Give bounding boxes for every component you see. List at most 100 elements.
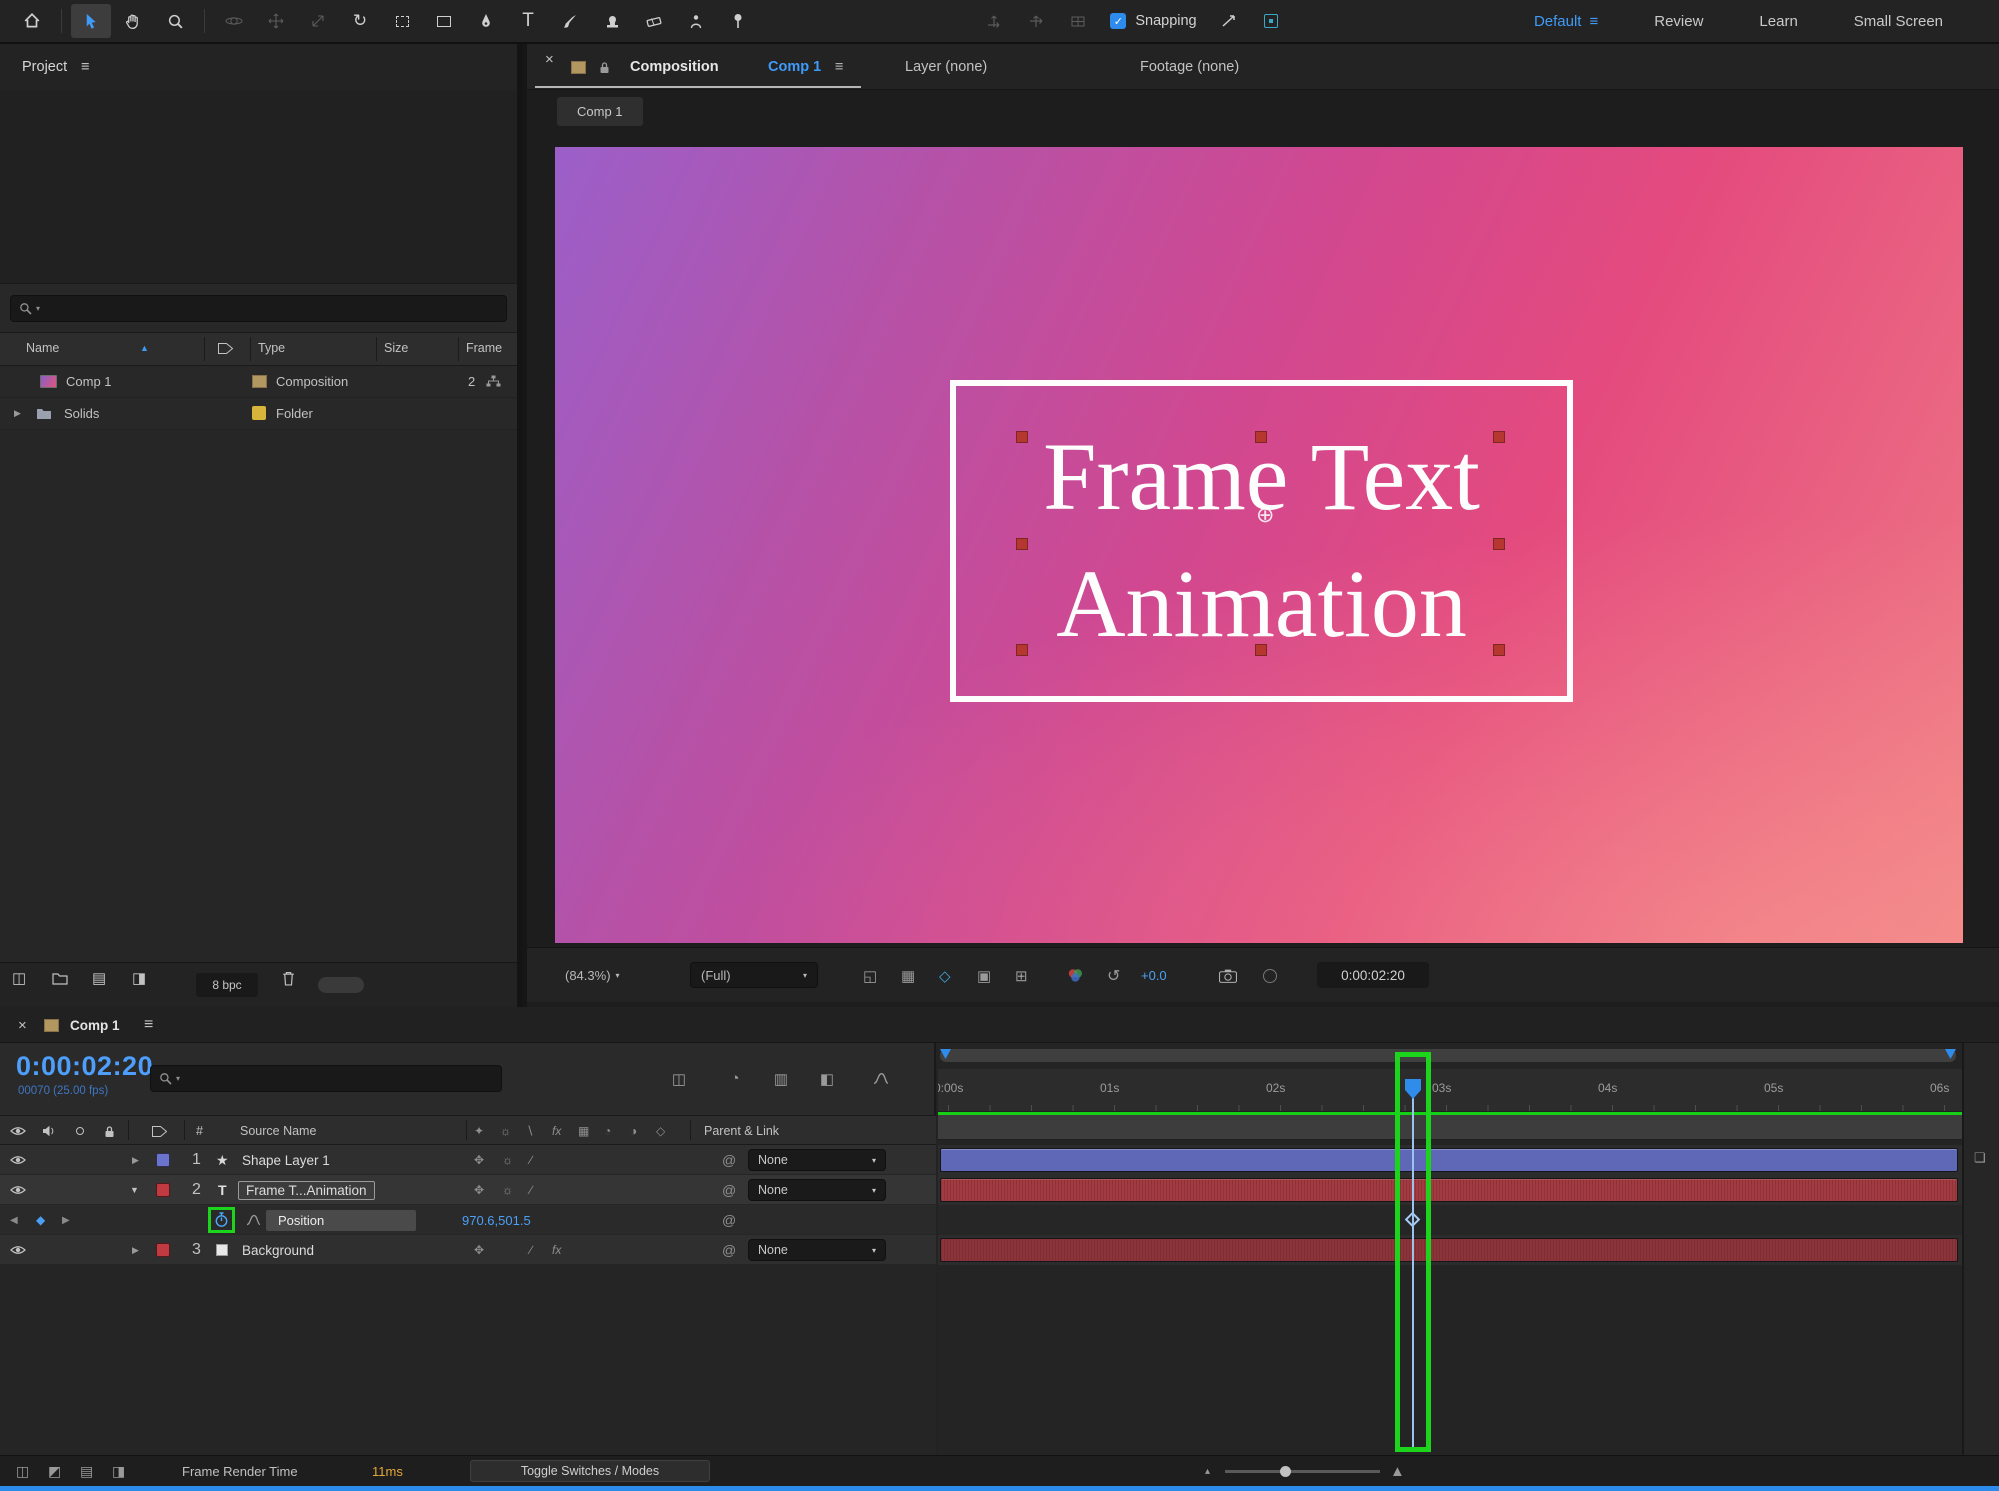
parent-link-dropdown[interactable]: None▾ bbox=[748, 1149, 886, 1171]
column-separator[interactable] bbox=[184, 1120, 185, 1140]
expand-arrow-icon[interactable]: ▶ bbox=[14, 398, 21, 428]
project-item-name[interactable]: Solids bbox=[64, 398, 99, 428]
bit-depth-button[interactable]: 8 bpc bbox=[196, 973, 258, 997]
column-header-parent-link[interactable]: Parent & Link bbox=[704, 1116, 779, 1146]
graph-editor-icon[interactable] bbox=[862, 1065, 900, 1092]
guides-icon[interactable]: ▣ bbox=[977, 948, 991, 1003]
column-header-type[interactable]: Type bbox=[258, 333, 285, 363]
panel-resize-pill[interactable] bbox=[318, 977, 364, 993]
layer-color-swatch[interactable] bbox=[156, 1235, 170, 1265]
snap-bounding-box-icon[interactable] bbox=[1251, 4, 1291, 38]
pick-whip-icon[interactable]: @ bbox=[722, 1175, 736, 1205]
time-ruler[interactable]: 0:00s 01s 02s 03s 04s 05s 06s bbox=[938, 1069, 1962, 1112]
selection-handle[interactable] bbox=[1493, 431, 1505, 443]
new-composition-icon[interactable]: ▤ bbox=[92, 963, 106, 993]
close-tab-icon[interactable]: × bbox=[545, 44, 554, 74]
selection-tool[interactable] bbox=[71, 4, 111, 38]
column-separator[interactable] bbox=[458, 337, 459, 361]
quality-switch[interactable]: ∕ bbox=[530, 1145, 532, 1175]
collapse-switch[interactable]: ☼ bbox=[502, 1175, 513, 1205]
column-separator[interactable] bbox=[466, 1120, 467, 1140]
parent-link-dropdown[interactable]: None▾ bbox=[748, 1179, 886, 1201]
quality-switch[interactable]: ∕ bbox=[530, 1235, 532, 1265]
zoom-in-mountain-icon[interactable]: ▲ bbox=[1390, 1456, 1405, 1487]
transfer-controls-icon[interactable]: ◩ bbox=[48, 1456, 61, 1487]
pick-whip-icon[interactable]: @ bbox=[722, 1145, 736, 1175]
layer-color-swatch[interactable] bbox=[156, 1145, 170, 1175]
project-row-solids[interactable]: ▶ Solids Folder bbox=[0, 398, 517, 430]
column-header-source-name[interactable]: Source Name bbox=[240, 1116, 316, 1146]
project-tab-label[interactable]: Project bbox=[22, 59, 67, 75]
timeline-navigator-bar[interactable] bbox=[940, 1049, 1956, 1062]
footage-tab[interactable]: Footage (none) bbox=[1140, 44, 1239, 90]
stopwatch-icon-highlighted[interactable] bbox=[208, 1207, 235, 1233]
close-tab-icon[interactable]: × bbox=[18, 1007, 27, 1043]
composition-viewport[interactable]: Frame Text Animation ⊕ bbox=[555, 147, 1963, 943]
transparency-grid-icon[interactable]: ▦ bbox=[901, 948, 915, 1003]
color-management-icon[interactable] bbox=[1067, 948, 1084, 1003]
quality-switch[interactable]: ∕ bbox=[530, 1175, 532, 1205]
snapshot-camera-icon[interactable] bbox=[1219, 948, 1237, 1003]
collapse-arrow-icon[interactable]: ▼ bbox=[130, 1175, 139, 1205]
snap-extend-icon[interactable] bbox=[1209, 4, 1249, 38]
sort-ascending-icon[interactable]: ▲ bbox=[140, 333, 149, 363]
region-of-interest-icon[interactable]: ◱ bbox=[863, 948, 877, 1003]
selection-handle[interactable] bbox=[1016, 644, 1028, 656]
in-out-columns-icon[interactable]: ▤ bbox=[80, 1456, 93, 1487]
layer-tab[interactable]: Layer (none) bbox=[905, 44, 987, 90]
column-header-size[interactable]: Size bbox=[384, 333, 408, 363]
selection-handle[interactable] bbox=[1255, 644, 1267, 656]
shy-switch[interactable]: ✥ bbox=[474, 1235, 484, 1265]
view-axis-mode-icon[interactable] bbox=[1058, 4, 1098, 38]
dolly-camera-tool[interactable] bbox=[298, 4, 338, 38]
pick-whip-icon[interactable]: @ bbox=[722, 1205, 736, 1235]
hand-tool[interactable] bbox=[113, 4, 153, 38]
eye-icon[interactable] bbox=[10, 1175, 26, 1205]
render-time-columns-icon[interactable]: ◨ bbox=[112, 1456, 125, 1487]
property-label[interactable]: Position bbox=[266, 1205, 416, 1235]
home-button[interactable] bbox=[12, 4, 52, 38]
position-label[interactable]: Position bbox=[266, 1210, 416, 1231]
layer-duration-bar-text[interactable] bbox=[940, 1178, 1958, 1202]
pan-camera-tool[interactable] bbox=[256, 4, 296, 38]
layer-duration-bar-background[interactable] bbox=[940, 1238, 1958, 1262]
layer-row-shape[interactable]: ▶ 1 ★ Shape Layer 1 ✥ ☼ ∕ @ None▾ bbox=[0, 1145, 936, 1175]
new-folder-icon[interactable] bbox=[52, 963, 68, 993]
search-options-chevron-icon[interactable]: ▾ bbox=[176, 1074, 180, 1083]
snapping-checkbox[interactable]: ✓ bbox=[1110, 13, 1126, 29]
search-options-chevron-icon[interactable]: ▾ bbox=[36, 304, 40, 313]
grid-icon[interactable]: ⊞ bbox=[1015, 948, 1028, 1003]
column-header-frame[interactable]: Frame bbox=[466, 333, 502, 363]
parent-link-dropdown[interactable]: None▾ bbox=[748, 1239, 886, 1261]
expand-switches-icon[interactable]: ◫ bbox=[16, 1456, 29, 1487]
mask-visibility-icon[interactable]: ◇ bbox=[939, 948, 951, 1003]
roto-brush-tool[interactable] bbox=[676, 4, 716, 38]
shy-switch[interactable]: ✥ bbox=[474, 1175, 484, 1205]
column-separator[interactable] bbox=[128, 1120, 129, 1140]
snapping-toggle[interactable]: ✓ Snapping bbox=[1110, 13, 1196, 29]
selection-handle[interactable] bbox=[1016, 538, 1028, 550]
composition-mini-flowchart-icon[interactable]: ◫ bbox=[660, 1065, 698, 1092]
selection-handle[interactable] bbox=[1255, 431, 1267, 443]
comp-navigator-tab[interactable]: Comp 1 bbox=[557, 97, 643, 126]
pen-tool[interactable] bbox=[466, 4, 506, 38]
comp-marker-bin-icon[interactable]: ❏ bbox=[1974, 1143, 1986, 1173]
eraser-tool[interactable] bbox=[634, 4, 674, 38]
trash-icon[interactable] bbox=[282, 963, 295, 993]
previous-keyframe-icon[interactable]: ◀ bbox=[10, 1205, 18, 1235]
add-keyframe-icon[interactable]: ◆ bbox=[36, 1205, 45, 1235]
project-search-input[interactable]: ▾ bbox=[10, 295, 507, 322]
column-separator[interactable] bbox=[250, 337, 251, 361]
property-graph-icon[interactable] bbox=[246, 1205, 261, 1235]
resolution-dropdown[interactable]: (Full)▾ bbox=[690, 962, 818, 988]
workspace-learn[interactable]: Learn bbox=[1732, 13, 1824, 30]
timeline-zoom-slider[interactable] bbox=[1225, 1470, 1380, 1473]
composition-tab-comp-name[interactable]: Comp 1 bbox=[768, 44, 821, 90]
timeline-search-input[interactable]: ▾ bbox=[150, 1065, 502, 1092]
preview-timecode[interactable]: 0:00:02:20 bbox=[1317, 962, 1429, 988]
reset-exposure-icon[interactable]: ↺ bbox=[1107, 948, 1120, 1003]
magnification-dropdown[interactable]: (84.3%)▾ bbox=[565, 948, 620, 1003]
shy-switch[interactable]: ✥ bbox=[474, 1145, 484, 1175]
column-separator[interactable] bbox=[690, 1120, 691, 1140]
panel-menu-icon[interactable]: ≡ bbox=[144, 1007, 153, 1043]
